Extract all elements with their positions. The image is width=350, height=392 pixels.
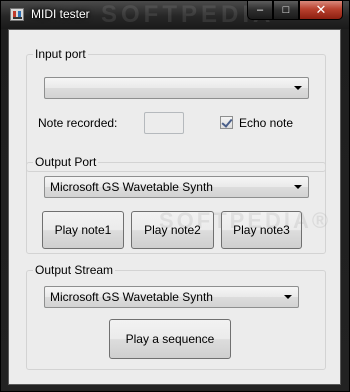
echo-note-label: Echo note <box>239 116 294 130</box>
window-title: MIDI tester <box>31 7 90 21</box>
maximize-button[interactable]: □ <box>273 1 299 20</box>
chevron-down-icon <box>294 185 302 189</box>
input-port-dropdown[interactable] <box>44 77 309 99</box>
midi-app-icon <box>10 8 24 21</box>
app-window: MIDI tester SOFTPEDIA – □ ✕ Input port N… <box>0 0 350 392</box>
input-port-legend: Input port <box>33 47 88 61</box>
output-port-dropdown[interactable]: Microsoft GS Wavetable Synth <box>44 176 309 198</box>
client-area: Input port Note recorded: Echo note Outp… <box>8 29 341 385</box>
note-recorded-field[interactable] <box>144 112 184 134</box>
watermark-text-mid: SOFTPEDIA® <box>159 208 332 233</box>
maximize-icon: □ <box>282 4 290 16</box>
echo-note-checkbox[interactable] <box>220 116 233 129</box>
play-note1-label: Play note1 <box>54 223 112 237</box>
output-stream-legend: Output Stream <box>33 263 116 277</box>
play-sequence-label: Play a sequence <box>125 332 215 346</box>
minimize-icon: – <box>256 4 264 16</box>
output-stream-dropdown[interactable]: Microsoft GS Wavetable Synth <box>44 286 299 308</box>
close-icon: ✕ <box>315 2 327 17</box>
close-button[interactable]: ✕ <box>299 1 343 20</box>
title-bar[interactable]: MIDI tester SOFTPEDIA – □ ✕ <box>1 1 349 29</box>
chevron-down-icon <box>284 295 292 299</box>
output-stream-group: Output Stream Microsoft GS Wavetable Syn… <box>26 263 326 370</box>
chevron-down-icon <box>294 86 302 90</box>
note-recorded-label: Note recorded: <box>38 116 118 130</box>
caption-buttons: – □ ✕ <box>247 1 343 21</box>
checkmark-icon <box>221 116 233 128</box>
output-stream-value: Microsoft GS Wavetable Synth <box>50 290 213 304</box>
output-port-value: Microsoft GS Wavetable Synth <box>50 180 213 194</box>
play-note1-button[interactable]: Play note1 <box>42 211 124 249</box>
play-sequence-button[interactable]: Play a sequence <box>109 319 231 359</box>
output-port-legend: Output Port <box>33 155 99 169</box>
minimize-button[interactable]: – <box>247 1 273 20</box>
